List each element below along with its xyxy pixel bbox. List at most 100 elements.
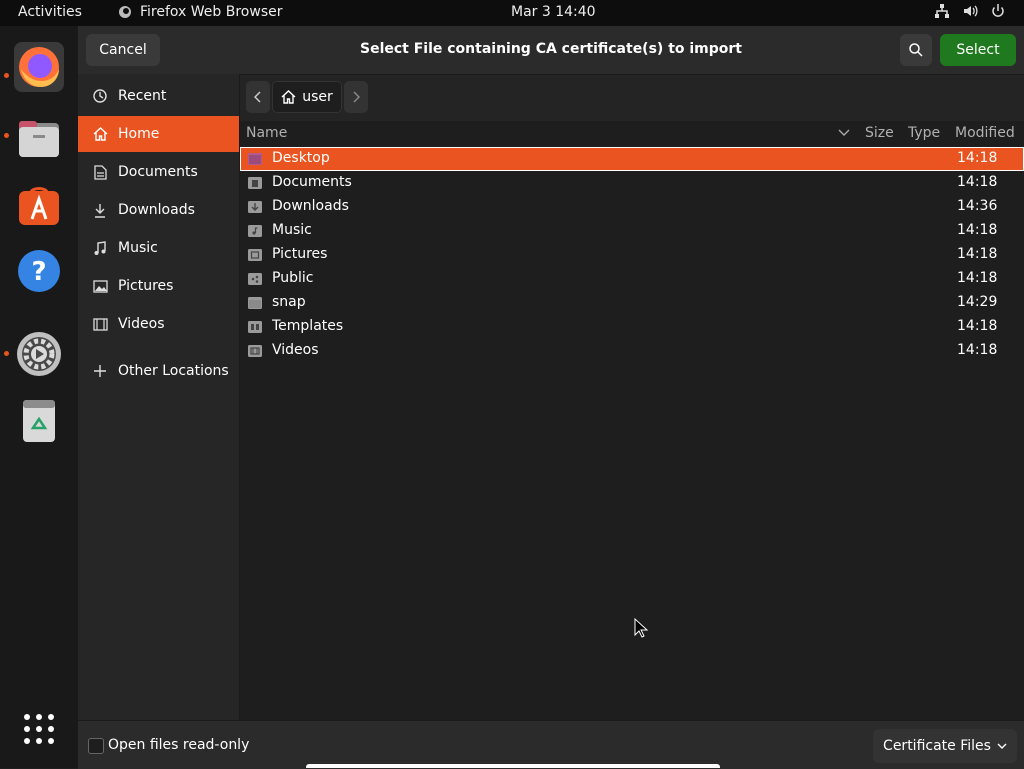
path-forward-button[interactable]: [344, 81, 368, 113]
file-filter-dropdown[interactable]: Certificate Files: [873, 729, 1017, 763]
file-chooser-dialog: Cancel Select File containing CA certifi…: [78, 26, 1024, 769]
activities-button[interactable]: Activities: [18, 4, 82, 20]
dialog-header: Cancel Select File containing CA certifi…: [78, 26, 1024, 75]
chevron-down-icon: [997, 743, 1007, 749]
settings-icon: [17, 332, 61, 376]
column-header-type[interactable]: Type: [908, 125, 940, 141]
sidebar-item-pictures[interactable]: Pictures: [78, 268, 239, 304]
file-name: Music: [272, 222, 312, 238]
trash-icon: [23, 400, 55, 442]
table-row[interactable]: Pictures 14:18: [240, 243, 1024, 267]
volume-icon: [964, 5, 978, 17]
dock-show-apps[interactable]: [14, 704, 64, 754]
sidebar-item-documents[interactable]: Documents: [78, 154, 239, 190]
file-name: Pictures: [272, 246, 328, 262]
dock-files[interactable]: [14, 114, 64, 164]
sidebar-item-other-locations[interactable]: Other Locations: [78, 353, 239, 389]
video-icon: [92, 316, 108, 332]
file-name: Documents: [272, 174, 352, 190]
column-header-modified[interactable]: Modified: [955, 125, 1015, 141]
dock-settings[interactable]: [14, 329, 64, 379]
home-icon: [92, 126, 108, 142]
file-name: Public: [272, 270, 314, 286]
dialog-footer: Open files read-only Certificate Files: [78, 720, 1024, 769]
sidebar-item-label: Videos: [118, 316, 165, 332]
table-row[interactable]: Documents 14:18: [240, 171, 1024, 195]
folder-icon: [248, 297, 262, 309]
places-sidebar: Recent Home Documents Downloads Music Pi…: [78, 74, 240, 720]
table-row[interactable]: Templates 14:18: [240, 315, 1024, 339]
dock-trash[interactable]: [14, 396, 64, 446]
sidebar-item-videos[interactable]: Videos: [78, 306, 239, 342]
chevron-right-icon: [353, 91, 360, 103]
file-name: Templates: [272, 318, 344, 334]
sidebar-item-label: Recent: [118, 88, 167, 104]
picture-icon: [92, 278, 108, 294]
file-modified: 14:18: [957, 318, 998, 334]
sidebar-item-label: Other Locations: [118, 363, 229, 379]
files-icon: [19, 121, 59, 157]
help-icon: ?: [18, 250, 60, 292]
select-button[interactable]: Select: [940, 34, 1016, 66]
folder-downloads-icon: [248, 201, 262, 213]
app-menu-label: Firefox Web Browser: [140, 4, 283, 20]
sidebar-item-label: Documents: [118, 164, 198, 180]
sidebar-item-music[interactable]: Music: [78, 230, 239, 266]
table-row[interactable]: Desktop 14:18: [240, 147, 1024, 171]
dock-firefox[interactable]: [14, 42, 64, 92]
clock[interactable]: Mar 3 14:40: [511, 4, 596, 20]
file-filter-label: Certificate Files: [883, 738, 991, 754]
app-center-icon: [19, 187, 59, 225]
running-indicator: [4, 133, 9, 138]
mouse-cursor-icon: [634, 618, 648, 638]
folder-pictures-icon: [248, 249, 262, 261]
system-tray[interactable]: [934, 3, 1006, 19]
file-modified: 14:36: [957, 198, 998, 214]
dock-app-center[interactable]: [14, 180, 64, 230]
file-modified: 14:29: [957, 294, 998, 310]
clock-icon: [92, 88, 108, 104]
file-modified: 14:18: [957, 174, 998, 190]
table-row[interactable]: snap 14:29: [240, 291, 1024, 315]
sidebar-item-home[interactable]: Home: [78, 116, 239, 152]
sidebar-item-label: Music: [118, 240, 158, 256]
table-row[interactable]: Music 14:18: [240, 219, 1024, 243]
folder-videos-icon: [248, 345, 262, 357]
dock-help[interactable]: ?: [14, 246, 64, 296]
plus-icon: [92, 363, 108, 379]
readonly-label[interactable]: Open files read-only: [108, 737, 249, 753]
running-indicator: [4, 351, 9, 356]
firefox-small-icon: [119, 6, 131, 18]
table-row[interactable]: Downloads 14:36: [240, 195, 1024, 219]
search-button[interactable]: [900, 34, 932, 66]
file-name: Videos: [272, 342, 319, 358]
path-segment-user[interactable]: user: [272, 81, 342, 113]
folder-icon: [248, 153, 262, 165]
search-icon: [909, 43, 923, 57]
path-bar: user: [246, 81, 368, 113]
file-modified: 14:18: [957, 246, 998, 262]
readonly-checkbox[interactable]: [88, 738, 104, 754]
app-menu[interactable]: Firefox Web Browser: [118, 4, 283, 20]
dock: ?: [0, 26, 78, 768]
file-modified: 14:18: [957, 342, 998, 358]
sidebar-item-label: Downloads: [118, 202, 195, 218]
chevron-left-icon: [254, 91, 261, 103]
document-icon: [92, 164, 108, 180]
path-back-button[interactable]: [246, 81, 270, 113]
column-header-name[interactable]: Name: [246, 125, 287, 141]
file-modified: 14:18: [957, 150, 998, 166]
path-segment-label: user: [302, 89, 333, 105]
sidebar-item-downloads[interactable]: Downloads: [78, 192, 239, 228]
table-row[interactable]: Videos 14:18: [240, 339, 1024, 363]
taskbar-handle: [306, 764, 720, 768]
table-row[interactable]: Public 14:18: [240, 267, 1024, 291]
file-name: Downloads: [272, 198, 349, 214]
chevron-down-icon: [838, 129, 850, 136]
sidebar-item-recent[interactable]: Recent: [78, 78, 239, 114]
column-header-size[interactable]: Size: [865, 125, 894, 141]
network-icon: [935, 4, 949, 18]
download-icon: [92, 202, 108, 218]
sidebar-item-label: Home: [118, 126, 160, 142]
music-icon: [92, 240, 108, 256]
